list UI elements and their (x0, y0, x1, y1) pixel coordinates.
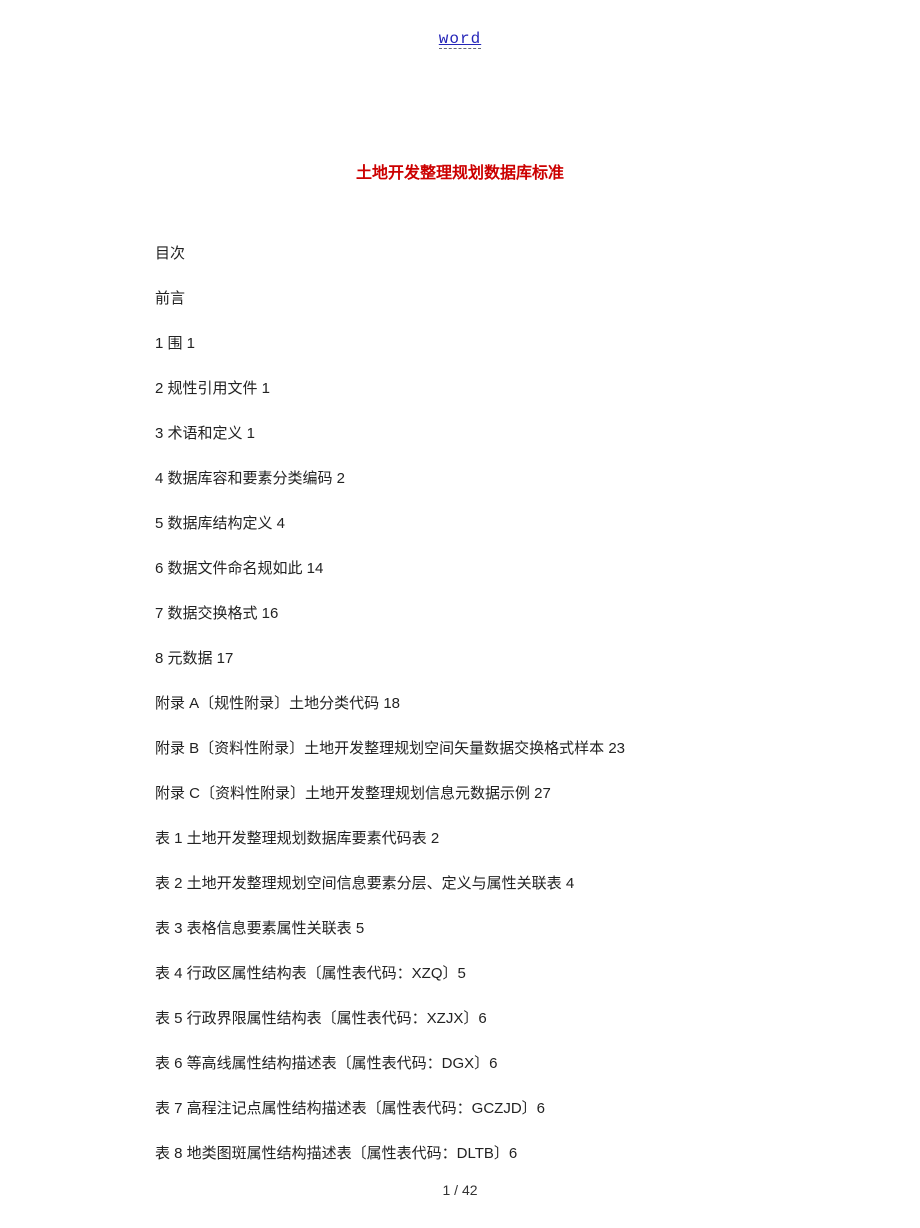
toc-item: 目次 (155, 243, 765, 264)
toc-item: 表 6 等高线属性结构描述表〔属性表代码：DGX〕6 (155, 1053, 765, 1074)
toc-item: 表 1 土地开发整理规划数据库要素代码表 2 (155, 828, 765, 849)
toc-item: 前言 (155, 288, 765, 309)
page-number: 1 / 42 (0, 1182, 920, 1198)
toc-item: 表 8 地类图斑属性结构描述表〔属性表代码：DLTB〕6 (155, 1143, 765, 1164)
toc-item: 3 术语和定义 1 (155, 423, 765, 444)
toc-item: 5 数据库结构定义 4 (155, 513, 765, 534)
toc-item: 表 2 土地开发整理规划空间信息要素分层、定义与属性关联表 4 (155, 873, 765, 894)
toc-item: 附录 C〔资料性附录〕土地开发整理规划信息元数据示例 27 (155, 783, 765, 804)
toc-item: 表 5 行政界限属性结构表〔属性表代码：XZJX〕6 (155, 1008, 765, 1029)
toc-item: 表 7 高程注记点属性结构描述表〔属性表代码：GCZJD〕6 (155, 1098, 765, 1119)
toc-item: 1 围 1 (155, 333, 765, 354)
toc-item: 表 3 表格信息要素属性关联表 5 (155, 918, 765, 939)
document-title: 土地开发整理规划数据库标准 (155, 159, 765, 183)
toc-item: 附录 B〔资料性附录〕土地开发整理规划空间矢量数据交换格式样本 23 (155, 738, 765, 759)
toc-item: 8 元数据 17 (155, 648, 765, 669)
toc-item: 7 数据交换格式 16 (155, 603, 765, 624)
document-page: word 土地开发整理规划数据库标准 目次 前言 1 围 1 2 规性引用文件 … (0, 0, 920, 1228)
toc-item: 2 规性引用文件 1 (155, 378, 765, 399)
table-of-contents: 目次 前言 1 围 1 2 规性引用文件 1 3 术语和定义 1 4 数据库容和… (155, 243, 765, 1164)
toc-item: 6 数据文件命名规如此 14 (155, 558, 765, 579)
word-link[interactable]: word (439, 30, 481, 49)
toc-item: 4 数据库容和要素分类编码 2 (155, 468, 765, 489)
header: word (155, 30, 765, 104)
toc-item: 表 4 行政区属性结构表〔属性表代码：XZQ〕5 (155, 963, 765, 984)
toc-item: 附录 A〔规性附录〕土地分类代码 18 (155, 693, 765, 714)
